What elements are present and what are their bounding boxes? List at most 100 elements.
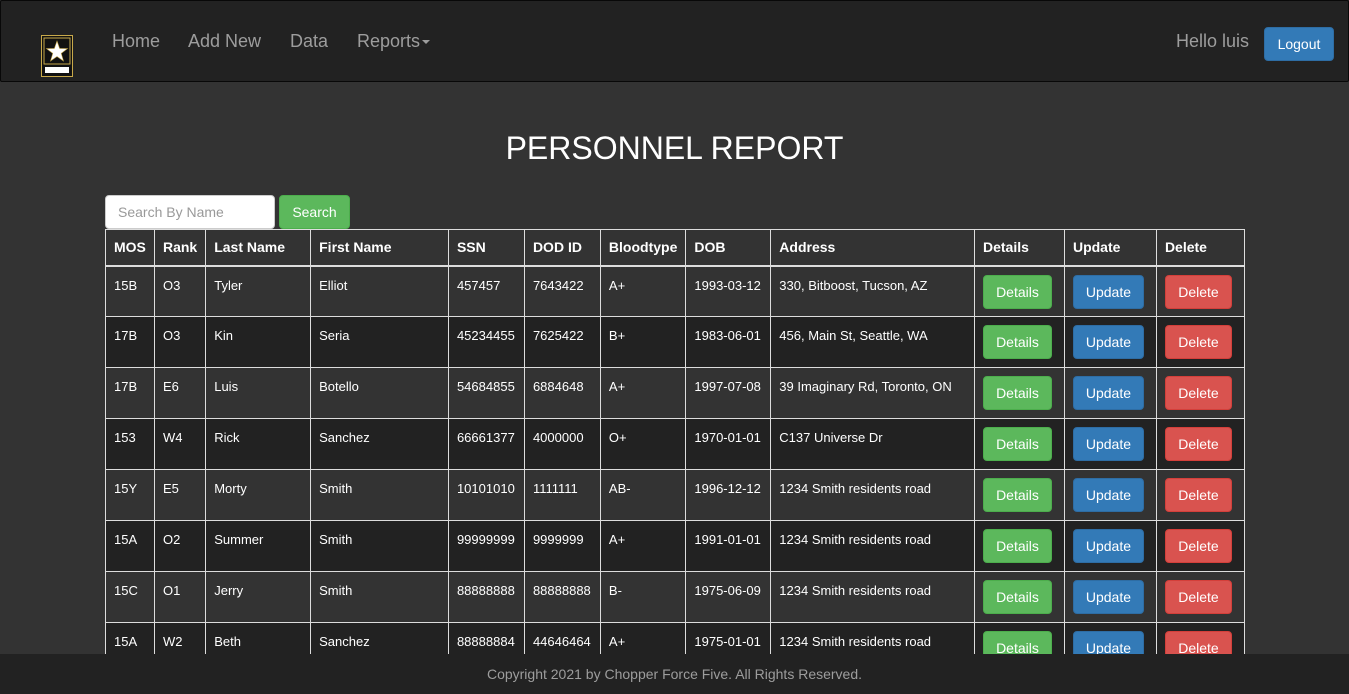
army-star-logo-icon[interactable]: [41, 35, 73, 77]
update-button[interactable]: Update: [1072, 529, 1144, 563]
delete-button[interactable]: Delete: [1164, 325, 1232, 359]
cell-delete-action: Delete: [1155, 469, 1246, 521]
cell-last-name: Kin: [205, 316, 312, 368]
cell-dob: 1975-06-09: [685, 571, 772, 623]
cell-dob: 1991-01-01: [685, 520, 772, 572]
cell-details-action: Details: [973, 418, 1065, 470]
delete-button[interactable]: Delete: [1164, 580, 1232, 614]
cell-ssn: 54684855: [447, 367, 525, 419]
details-button[interactable]: Details: [982, 478, 1052, 512]
update-button[interactable]: Update: [1072, 376, 1144, 410]
cell-dob: 1997-07-08: [685, 367, 772, 419]
delete-button[interactable]: Delete: [1164, 478, 1232, 512]
cell-bloodtype: B-: [599, 571, 687, 623]
update-button[interactable]: Update: [1072, 274, 1144, 309]
nav-data-link[interactable]: Data: [290, 31, 328, 52]
update-button[interactable]: Update: [1072, 580, 1144, 614]
cell-first-name: Botello: [310, 367, 449, 419]
cell-details-action: Details: [973, 520, 1065, 572]
cell-first-name: Sanchez: [310, 418, 449, 470]
table-row: 153 W4 Rick Sanchez 66661377 4000000 O+ 1970-01…: [105, 418, 1246, 470]
table-body: 15B O3 Tyler Elliot 457457 7643422 A+ 1993-03-1…: [105, 265, 1246, 674]
cell-bloodtype: A+: [599, 520, 687, 572]
table-row: 15A O2 Summer Smith 99999999 9999999 A+ 1991-01…: [105, 520, 1246, 572]
cell-address: 1234 Smith residents road: [770, 520, 975, 572]
cell-dod-id: 4000000: [523, 418, 601, 470]
header-last-name: Last Name: [205, 229, 312, 267]
details-button[interactable]: Details: [982, 274, 1052, 309]
cell-mos: 153: [105, 418, 155, 470]
cell-first-name: Elliot: [310, 265, 449, 317]
delete-button[interactable]: Delete: [1164, 427, 1232, 461]
cell-delete-action: Delete: [1155, 418, 1246, 470]
details-button[interactable]: Details: [982, 325, 1052, 359]
cell-address: 456, Main St, Seattle, WA: [770, 316, 975, 368]
cell-update-action: Update: [1063, 571, 1157, 623]
header-delete: Delete: [1155, 229, 1246, 267]
cell-details-action: Details: [973, 469, 1065, 521]
cell-last-name: Luis: [205, 367, 312, 419]
cell-update-action: Update: [1063, 265, 1157, 317]
nav-reports-label: Reports: [357, 31, 421, 51]
copyright-text: Copyright 2021 by Chopper Force Five. Al…: [486, 666, 863, 682]
update-button[interactable]: Update: [1072, 427, 1144, 461]
cell-update-action: Update: [1063, 418, 1157, 470]
cell-last-name: Tyler: [205, 265, 312, 317]
cell-last-name: Jerry: [205, 571, 312, 623]
search-button[interactable]: Search: [279, 195, 350, 229]
cell-delete-action: Delete: [1155, 571, 1246, 623]
details-button[interactable]: Details: [982, 427, 1052, 461]
cell-rank: W4: [153, 418, 207, 470]
cell-dob: 1996-12-12: [685, 469, 772, 521]
cell-dob: 1983-06-01: [685, 316, 772, 368]
cell-ssn: 88888888: [447, 571, 525, 623]
header-first-name: First Name: [310, 229, 449, 267]
update-button[interactable]: Update: [1072, 478, 1144, 512]
delete-button[interactable]: Delete: [1164, 376, 1232, 410]
header-dod-id: DOD ID: [523, 229, 601, 267]
search-input[interactable]: [105, 195, 275, 229]
header-update: Update: [1063, 229, 1157, 267]
cell-last-name: Morty: [205, 469, 312, 521]
cell-delete-action: Delete: [1155, 316, 1246, 368]
details-button[interactable]: Details: [982, 580, 1052, 614]
delete-button[interactable]: Delete: [1164, 529, 1232, 563]
details-button[interactable]: Details: [982, 376, 1052, 410]
cell-ssn: 10101010: [447, 469, 525, 521]
details-button[interactable]: Details: [982, 529, 1052, 563]
cell-first-name: Seria: [310, 316, 449, 368]
nav-add-new-link[interactable]: Add New: [188, 31, 261, 52]
delete-button[interactable]: Delete: [1164, 274, 1232, 309]
cell-bloodtype: AB-: [599, 469, 687, 521]
cell-delete-action: Delete: [1155, 265, 1246, 317]
cell-mos: 15Y: [105, 469, 155, 521]
cell-mos: 17B: [105, 316, 155, 368]
cell-mos: 15C: [105, 571, 155, 623]
cell-dod-id: 1111111: [523, 469, 601, 521]
cell-details-action: Details: [973, 367, 1065, 419]
cell-first-name: Smith: [310, 571, 449, 623]
page-title: PERSONNEL REPORT: [505, 130, 844, 166]
cell-ssn: 66661377: [447, 418, 525, 470]
nav-reports-dropdown[interactable]: Reports: [357, 31, 431, 52]
header-rank: Rank: [153, 229, 207, 267]
cell-address: 39 Imaginary Rd, Toronto, ON: [770, 367, 975, 419]
cell-details-action: Details: [973, 265, 1065, 317]
nav-home-link[interactable]: Home: [112, 31, 160, 52]
cell-update-action: Update: [1063, 469, 1157, 521]
header-details: Details: [973, 229, 1065, 267]
cell-details-action: Details: [973, 571, 1065, 623]
cell-delete-action: Delete: [1155, 520, 1246, 572]
cell-delete-action: Delete: [1155, 367, 1246, 419]
cell-dod-id: 9999999: [523, 520, 601, 572]
update-button[interactable]: Update: [1072, 325, 1144, 359]
cell-dod-id: 7643422: [523, 265, 601, 317]
cell-ssn: 99999999: [447, 520, 525, 572]
header-mos: MOS: [105, 229, 155, 267]
table-header-row: MOS Rank Last Name First Name SSN DOD ID…: [105, 229, 1246, 267]
cell-address: 1234 Smith residents road: [770, 469, 975, 521]
cell-dod-id: 6884648: [523, 367, 601, 419]
personnel-table: MOS Rank Last Name First Name SSN DOD ID…: [105, 229, 1246, 674]
cell-last-name: Summer: [205, 520, 312, 572]
logout-button[interactable]: Logout: [1264, 27, 1334, 61]
